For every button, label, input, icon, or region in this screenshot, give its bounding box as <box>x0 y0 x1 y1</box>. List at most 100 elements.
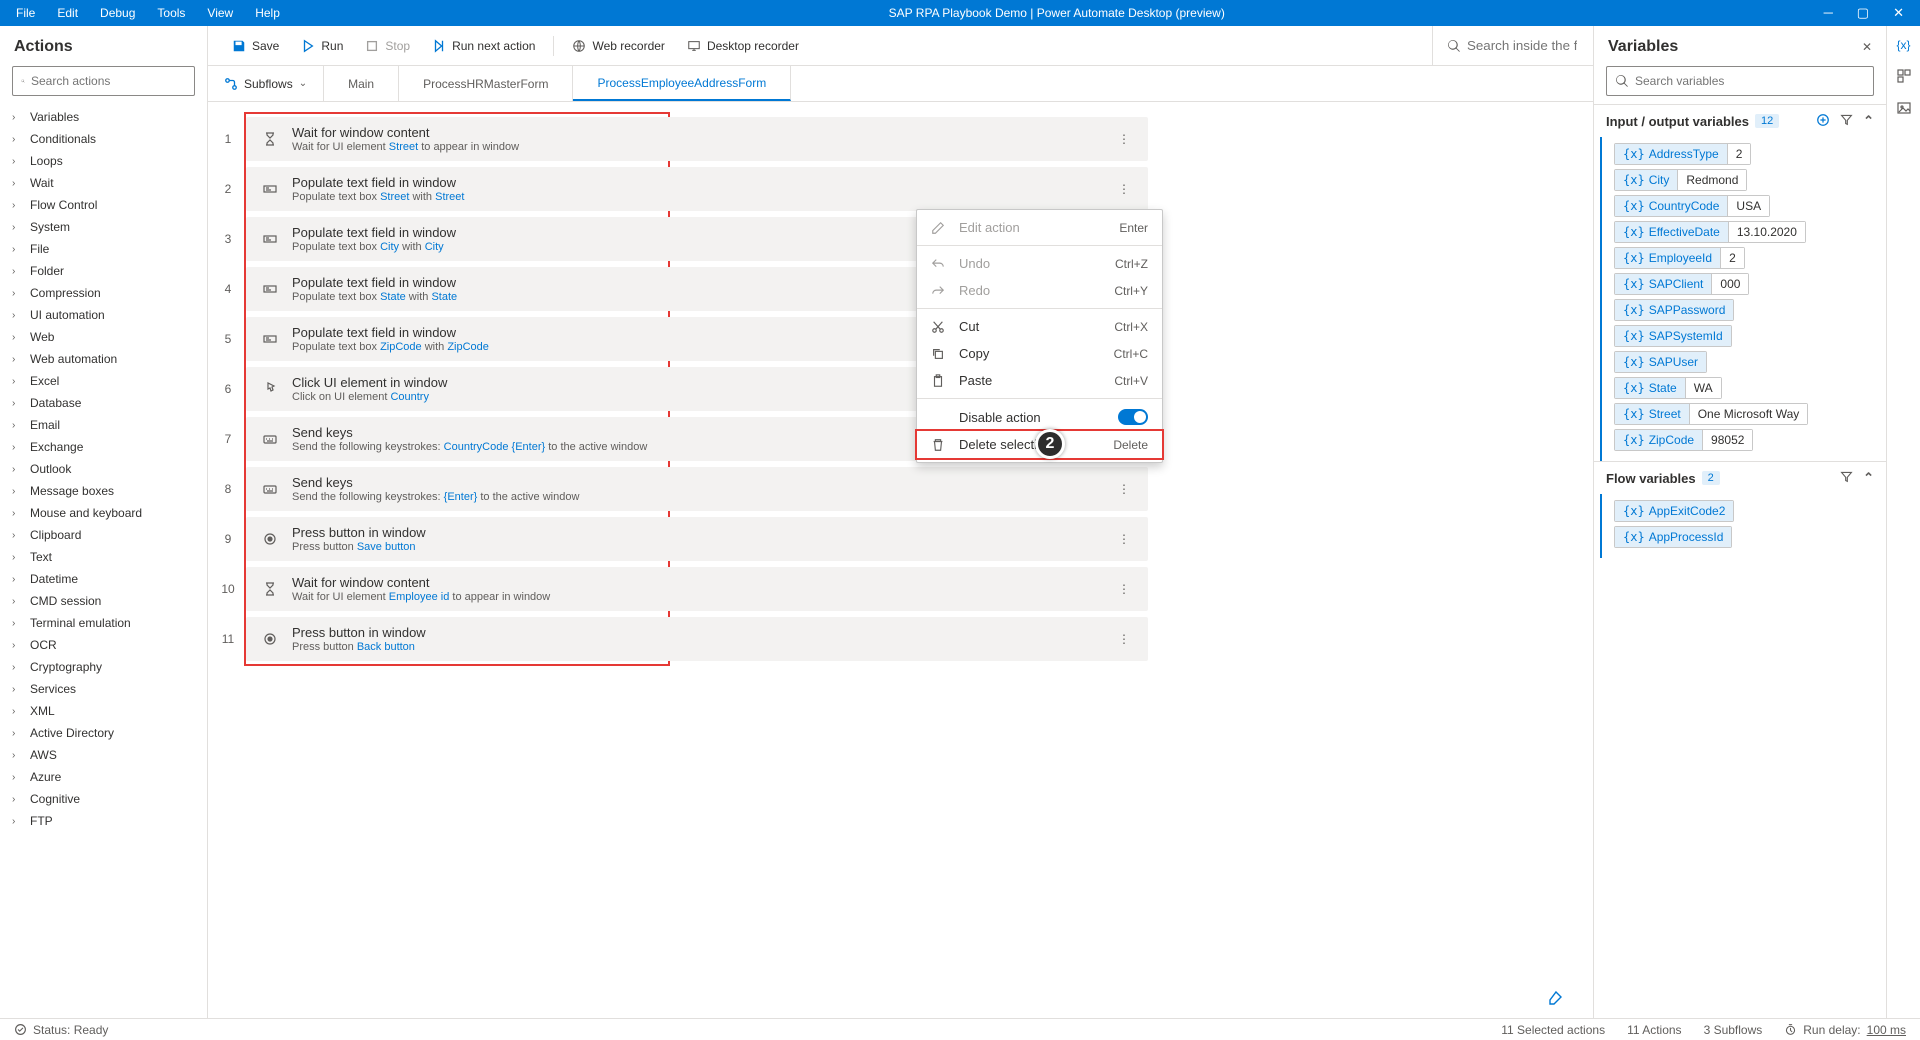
desktop-recorder-button[interactable]: Desktop recorder <box>679 35 807 57</box>
menu-debug[interactable]: Debug <box>90 2 145 24</box>
run-button[interactable]: Run <box>293 35 351 57</box>
action-category[interactable]: ›UI automation <box>4 304 203 326</box>
tab-main[interactable]: Main <box>324 66 399 101</box>
tab-processhrmasterform[interactable]: ProcessHRMasterForm <box>399 66 573 101</box>
close-button[interactable]: ✕ <box>1893 5 1904 21</box>
action-category[interactable]: ›Email <box>4 414 203 436</box>
action-category[interactable]: ›Message boxes <box>4 480 203 502</box>
add-variable-button[interactable] <box>1816 113 1830 129</box>
filter-button[interactable] <box>1840 113 1853 129</box>
variable-row[interactable]: {x}StreetOne Microsoft Way <box>1614 403 1874 425</box>
variable-row[interactable]: {x}CityRedmond <box>1614 169 1874 191</box>
action-category[interactable]: ›XML <box>4 700 203 722</box>
flow-step[interactable]: 8Send keysSend the following keystrokes:… <box>210 464 1148 514</box>
action-category[interactable]: ›Mouse and keyboard <box>4 502 203 524</box>
ui-elements-tab-icon[interactable] <box>1896 68 1912 84</box>
action-category[interactable]: ›Flow Control <box>4 194 203 216</box>
filter-button[interactable] <box>1840 470 1853 486</box>
search-actions-input[interactable] <box>31 74 186 88</box>
action-category[interactable]: ›Loops <box>4 150 203 172</box>
action-category[interactable]: ›File <box>4 238 203 260</box>
action-category[interactable]: ›Terminal emulation <box>4 612 203 634</box>
step-more-button[interactable]: ⋮ <box>1112 182 1136 196</box>
tab-processemployeeaddressform[interactable]: ProcessEmployeeAddressForm <box>573 66 791 101</box>
clear-selection-button[interactable] <box>1547 984 1563 1012</box>
save-button[interactable]: Save <box>224 35 287 57</box>
variable-row[interactable]: {x}AddressType2 <box>1614 143 1874 165</box>
action-category[interactable]: ›Cryptography <box>4 656 203 678</box>
action-category[interactable]: ›Datetime <box>4 568 203 590</box>
collapse-button[interactable]: ⌃ <box>1863 113 1874 129</box>
step-more-button[interactable]: ⋮ <box>1112 132 1136 146</box>
flow-canvas[interactable]: 1 1Wait for window contentWait for UI el… <box>208 102 1593 1018</box>
subflows-dropdown[interactable]: Subflows ⌄ <box>208 66 324 101</box>
action-category[interactable]: ›Exchange <box>4 436 203 458</box>
menu-view[interactable]: View <box>197 2 243 24</box>
action-category[interactable]: ›Web automation <box>4 348 203 370</box>
io-variables-header[interactable]: Input / output variables12 ⌃ <box>1594 105 1886 137</box>
search-actions-box[interactable] <box>12 66 195 96</box>
flow-step[interactable]: 11Press button in windowPress button Bac… <box>210 614 1148 664</box>
variable-row[interactable]: {x}AppExitCode2 <box>1614 500 1874 522</box>
variable-row[interactable]: {x}SAPSystemId <box>1614 325 1874 347</box>
action-category[interactable]: ›Database <box>4 392 203 414</box>
search-flow-box[interactable] <box>1432 26 1577 65</box>
run-next-button[interactable]: Run next action <box>424 35 543 57</box>
variable-row[interactable]: {x}ZipCode98052 <box>1614 429 1874 451</box>
action-category[interactable]: ›Excel <box>4 370 203 392</box>
search-variables-input[interactable] <box>1635 74 1865 88</box>
cm-disable-action[interactable]: Disable action <box>917 403 1162 431</box>
variable-row[interactable]: {x}EffectiveDate13.10.2020 <box>1614 221 1874 243</box>
collapse-button[interactable]: ⌃ <box>1863 470 1874 486</box>
search-variables-box[interactable] <box>1606 66 1874 96</box>
action-category[interactable]: ›CMD session <box>4 590 203 612</box>
cm-delete-selection[interactable]: Delete selectionDelete 2 <box>917 431 1162 458</box>
action-category[interactable]: ›Outlook <box>4 458 203 480</box>
images-tab-icon[interactable] <box>1896 100 1912 116</box>
step-more-button[interactable]: ⋮ <box>1112 632 1136 646</box>
variable-row[interactable]: {x}CountryCodeUSA <box>1614 195 1874 217</box>
action-category[interactable]: ›Azure <box>4 766 203 788</box>
menu-help[interactable]: Help <box>245 2 290 24</box>
variable-row[interactable]: {x}AppProcessId <box>1614 526 1874 548</box>
variable-row[interactable]: {x}SAPPassword <box>1614 299 1874 321</box>
action-category[interactable]: ›Compression <box>4 282 203 304</box>
action-category[interactable]: ›Active Directory <box>4 722 203 744</box>
flow-step[interactable]: 2Populate text field in windowPopulate t… <box>210 164 1148 214</box>
cm-copy[interactable]: CopyCtrl+C <box>917 340 1162 367</box>
menu-tools[interactable]: Tools <box>147 2 195 24</box>
search-flow-input[interactable] <box>1467 38 1577 53</box>
step-more-button[interactable]: ⋮ <box>1112 482 1136 496</box>
variable-row[interactable]: {x}SAPUser <box>1614 351 1874 373</box>
action-category[interactable]: ›OCR <box>4 634 203 656</box>
variables-tab-icon[interactable]: {x} <box>1896 38 1910 52</box>
variable-row[interactable]: {x}SAPClient000 <box>1614 273 1874 295</box>
step-more-button[interactable]: ⋮ <box>1112 532 1136 546</box>
action-category[interactable]: ›Variables <box>4 106 203 128</box>
variable-row[interactable]: {x}StateWA <box>1614 377 1874 399</box>
variable-row[interactable]: {x}EmployeeId2 <box>1614 247 1874 269</box>
cm-cut[interactable]: CutCtrl+X <box>917 313 1162 340</box>
cm-paste[interactable]: PasteCtrl+V <box>917 367 1162 394</box>
minimize-button[interactable]: ─ <box>1824 5 1833 21</box>
menu-edit[interactable]: Edit <box>47 2 88 24</box>
web-recorder-button[interactable]: Web recorder <box>564 35 672 57</box>
action-category[interactable]: ›Text <box>4 546 203 568</box>
action-category[interactable]: ›Clipboard <box>4 524 203 546</box>
action-category[interactable]: ›Web <box>4 326 203 348</box>
close-variables-button[interactable]: ✕ <box>1862 40 1872 54</box>
action-category[interactable]: ›Conditionals <box>4 128 203 150</box>
toggle-switch[interactable] <box>1118 409 1148 425</box>
action-category[interactable]: ›System <box>4 216 203 238</box>
flow-step[interactable]: 10Wait for window contentWait for UI ele… <box>210 564 1148 614</box>
maximize-button[interactable]: ▢ <box>1857 5 1869 21</box>
step-more-button[interactable]: ⋮ <box>1112 582 1136 596</box>
flow-step[interactable]: 9Press button in windowPress button Save… <box>210 514 1148 564</box>
action-category[interactable]: ›Folder <box>4 260 203 282</box>
action-category[interactable]: ›Cognitive <box>4 788 203 810</box>
flow-step[interactable]: 1Wait for window contentWait for UI elem… <box>210 114 1148 164</box>
flow-variables-header[interactable]: Flow variables2 ⌃ <box>1594 462 1886 494</box>
action-category[interactable]: ›Services <box>4 678 203 700</box>
action-category[interactable]: ›FTP <box>4 810 203 832</box>
action-category[interactable]: ›Wait <box>4 172 203 194</box>
